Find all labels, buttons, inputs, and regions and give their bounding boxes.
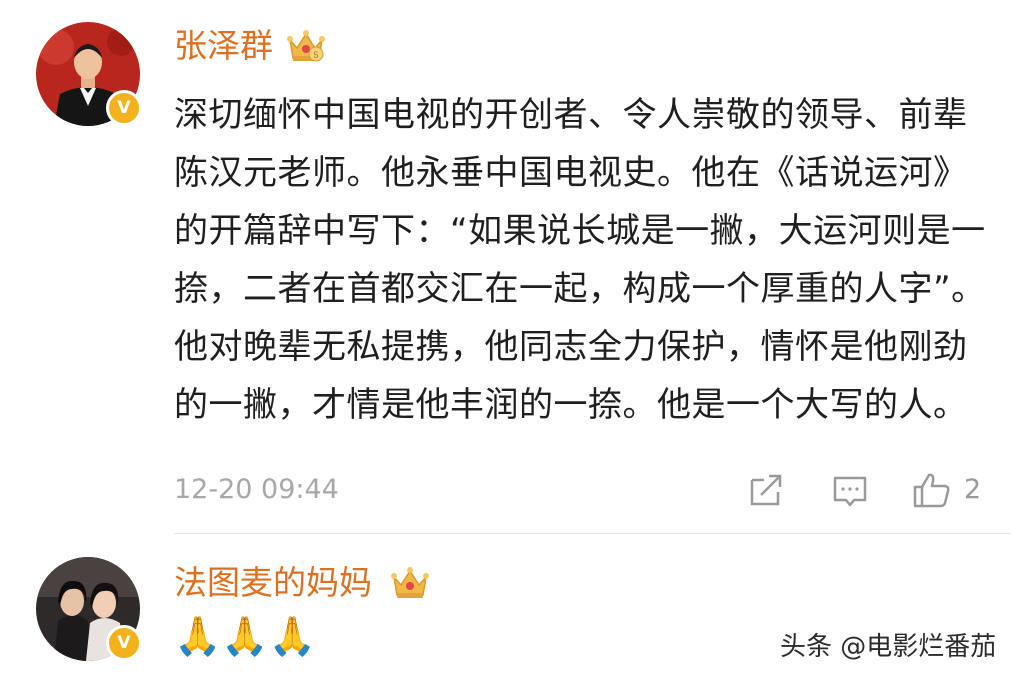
- crown-icon: 5: [286, 28, 326, 64]
- verified-badge-icon: V: [106, 625, 142, 661]
- comment-text: 🙏🙏🙏: [174, 614, 316, 658]
- comment-username[interactable]: 法图麦的妈妈: [174, 563, 372, 603]
- avatar[interactable]: V: [36, 557, 142, 661]
- avatar[interactable]: V: [36, 22, 142, 126]
- like-count: 2: [964, 474, 982, 505]
- crown-icon: [390, 565, 430, 601]
- verified-badge-icon: V: [106, 90, 142, 126]
- thumbs-up-icon[interactable]: [912, 470, 952, 510]
- svg-text:5: 5: [313, 50, 318, 60]
- comment-divider: [174, 533, 1011, 534]
- comment-username[interactable]: 张泽群: [174, 26, 273, 66]
- comment-icon[interactable]: [832, 470, 868, 510]
- comment-timestamp: 12-20 09:44: [174, 474, 339, 505]
- comment-text: 深切缅怀中国电视的开创者、令人崇敬的领导、前辈陈汉元老师。他永垂中国电视史。他在…: [174, 95, 986, 425]
- share-icon[interactable]: [748, 470, 784, 510]
- watermark: 头条 @电影烂番茄: [780, 632, 997, 662]
